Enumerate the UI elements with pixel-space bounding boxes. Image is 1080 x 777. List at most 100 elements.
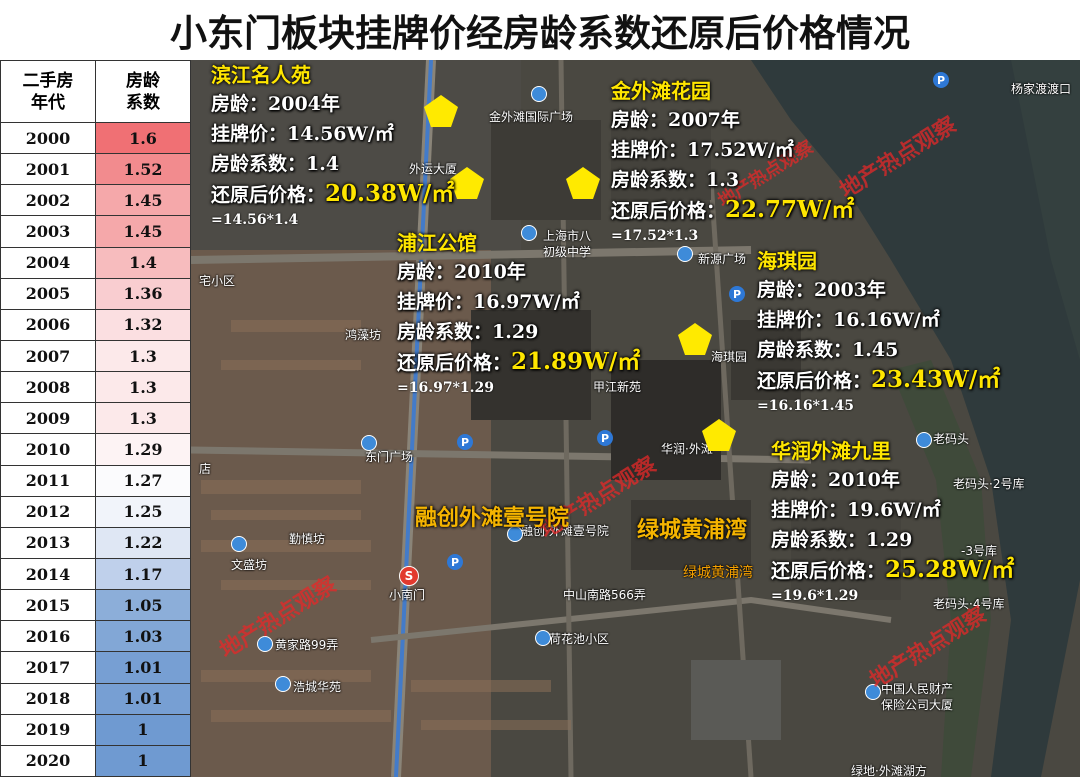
table-row: 2017 1.01 <box>0 651 191 684</box>
parking-icon[interactable]: P <box>597 430 613 446</box>
poi-icon[interactable] <box>361 435 377 451</box>
card-price: 挂牌价：17.52W/㎡ <box>611 139 794 161</box>
card-restored: 还原后价格：21.89W/㎡ <box>397 348 641 375</box>
place-label: 绿城黄浦湾 <box>683 565 753 581</box>
parking-icon[interactable]: P <box>729 286 745 302</box>
place-label: 海琪园 <box>711 350 748 364</box>
coef-cell: 1.22 <box>95 526 191 559</box>
table-row: 2005 1.36 <box>0 277 191 310</box>
place-label: 鸿藻坊 <box>345 328 382 342</box>
year-cell: 2014 <box>0 557 96 591</box>
satellite-map[interactable]: 金外滩国际广场 上海市八 初级中学 新源广场 杨家渡渡口 海琪园 甲江新苑 华润… <box>191 60 1080 777</box>
year-cell: 2004 <box>0 246 96 279</box>
parking-icon[interactable]: P <box>447 554 463 570</box>
place-label: 金外滩国际广场 <box>489 110 574 124</box>
year-cell: 2017 <box>0 651 96 684</box>
parking-icon[interactable]: P <box>933 72 949 88</box>
coef-cell: 1.17 <box>95 557 191 591</box>
card-age: 房龄：2003年 <box>757 279 886 301</box>
year-cell: 2013 <box>0 526 96 559</box>
card-coef: 房龄系数：1.29 <box>771 529 913 551</box>
card-coef: 房龄系数：1.4 <box>211 153 340 175</box>
card-name: 金外滩花园 <box>611 79 711 103</box>
card-huarun: 华润外滩九里 房龄：2010年 挂牌价：19.6W/㎡ 房龄系数：1.29 还原… <box>771 438 1014 606</box>
age-coefficient-table: 二手房 年代 房龄 系数 2000 1.6 2001 1.52 2002 1.45 2003 1.… <box>0 60 191 777</box>
poi-icon[interactable] <box>231 536 247 552</box>
table-row: 2004 1.4 <box>0 246 191 279</box>
table-header-row: 二手房 年代 房龄 系数 <box>0 60 191 123</box>
table-row: 2011 1.27 <box>0 464 191 497</box>
place-label: 中山南路566弄 <box>563 588 646 602</box>
poi-icon[interactable] <box>677 246 693 262</box>
place-label: 宅小区 <box>199 274 236 288</box>
card-formula: =16.16*1.45 <box>757 398 854 414</box>
card-age: 房龄：2007年 <box>611 109 740 131</box>
place-label: 东门广场 <box>365 450 414 464</box>
card-age: 房龄：2010年 <box>397 261 526 283</box>
parking-icon[interactable]: P <box>457 434 473 450</box>
table-row: 2008 1.3 <box>0 371 191 404</box>
header-coef: 房龄 系数 <box>95 60 191 123</box>
card-formula: =17.52*1.3 <box>611 228 699 244</box>
coef-cell: 1.3 <box>95 371 191 404</box>
table-row: 2015 1.05 <box>0 589 191 622</box>
header-year: 二手房 年代 <box>0 60 96 123</box>
coef-cell: 1.45 <box>95 215 191 248</box>
poi-icon[interactable] <box>535 630 551 646</box>
coef-cell: 1 <box>95 744 191 777</box>
year-cell: 2002 <box>0 184 96 217</box>
card-age: 房龄：2004年 <box>211 93 340 115</box>
coef-cell: 1.03 <box>95 620 191 653</box>
table-row: 2001 1.52 <box>0 153 191 186</box>
card-restored: 还原后价格：22.77W/㎡ <box>611 196 855 223</box>
coef-cell: 1.3 <box>95 402 191 435</box>
page-title: 小东门板块挂牌价经房龄系数还原后价格情况 <box>170 12 910 55</box>
year-cell: 2005 <box>0 277 96 310</box>
place-label: 保险公司大厦 <box>881 698 954 712</box>
card-formula: =14.56*1.4 <box>211 212 299 228</box>
table-row: 2013 1.22 <box>0 526 191 559</box>
metro-icon[interactable]: S <box>399 566 419 586</box>
coef-cell: 1.29 <box>95 433 191 466</box>
year-cell: 2009 <box>0 402 96 435</box>
place-label: 绿地·外滩湖方 <box>851 764 927 777</box>
poi-icon[interactable] <box>531 86 547 102</box>
card-coef: 房龄系数：1.29 <box>397 321 539 343</box>
year-cell: 2011 <box>0 464 96 497</box>
table-row: 2014 1.17 <box>0 557 191 591</box>
coef-cell: 1.01 <box>95 651 191 684</box>
place-label: 新源广场 <box>698 252 747 266</box>
year-cell: 2006 <box>0 308 96 341</box>
year-cell: 2007 <box>0 339 96 373</box>
card-price: 挂牌价：16.16W/㎡ <box>757 309 940 331</box>
coef-cell: 1.01 <box>95 682 191 715</box>
coef-cell: 1.4 <box>95 246 191 279</box>
year-cell: 2000 <box>0 121 96 155</box>
place-label: 小南门 <box>389 588 426 602</box>
year-cell: 2001 <box>0 153 96 186</box>
pentagon-pin-icon[interactable] <box>701 418 737 452</box>
card-price: 挂牌价：14.56W/㎡ <box>211 123 394 145</box>
card-binjiang: 滨江名人苑 房龄：2004年 挂牌价：14.56W/㎡ 房龄系数：1.4 还原后… <box>211 62 454 230</box>
card-name: 浦江公馆 <box>397 231 477 255</box>
card-restored: 还原后价格：25.28W/㎡ <box>771 556 1015 583</box>
pentagon-pin-icon[interactable] <box>565 166 601 200</box>
year-cell: 2010 <box>0 433 96 466</box>
coef-cell: 1.52 <box>95 153 191 186</box>
table-row: 2012 1.25 <box>0 495 191 528</box>
card-pujiang: 浦江公馆 房龄：2010年 挂牌价：16.97W/㎡ 房龄系数：1.29 还原后… <box>397 230 640 398</box>
pentagon-pin-icon[interactable] <box>449 166 485 200</box>
place-label: 黄家路99弄 <box>275 638 339 652</box>
year-cell: 2020 <box>0 744 96 777</box>
year-cell: 2018 <box>0 682 96 715</box>
card-formula: =19.6*1.29 <box>771 588 859 604</box>
coef-cell: 1.32 <box>95 308 191 341</box>
year-cell: 2015 <box>0 589 96 622</box>
pentagon-pin-icon[interactable] <box>677 322 713 356</box>
place-label: 荷花池小区 <box>549 632 610 646</box>
poi-icon[interactable] <box>275 676 291 692</box>
coef-cell: 1.45 <box>95 184 191 217</box>
coef-cell: 1.3 <box>95 339 191 373</box>
table-row: 2003 1.45 <box>0 215 191 248</box>
table-row: 2000 1.6 <box>0 121 191 155</box>
